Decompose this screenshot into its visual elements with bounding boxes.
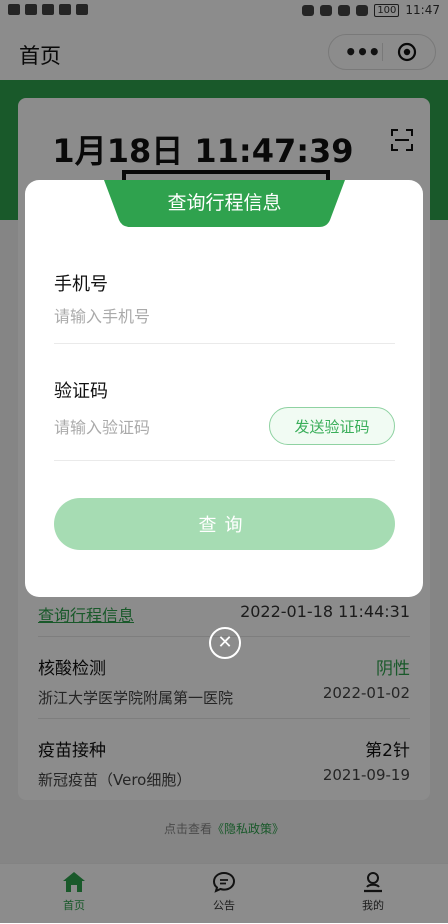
- trip-query-modal: 查询行程信息 手机号 验证码 发送验证码 查询: [25, 180, 423, 597]
- code-input[interactable]: [54, 415, 254, 439]
- phone-underline: [54, 343, 395, 344]
- send-code-button[interactable]: 发送验证码: [269, 407, 395, 445]
- code-underline: [54, 460, 395, 461]
- phone-label: 手机号: [54, 274, 108, 295]
- phone-input[interactable]: [54, 304, 354, 328]
- query-button[interactable]: 查询: [54, 498, 395, 550]
- modal-title: 查询行程信息: [167, 192, 282, 214]
- code-label: 验证码: [54, 381, 108, 402]
- close-modal-icon[interactable]: ✕: [209, 627, 241, 659]
